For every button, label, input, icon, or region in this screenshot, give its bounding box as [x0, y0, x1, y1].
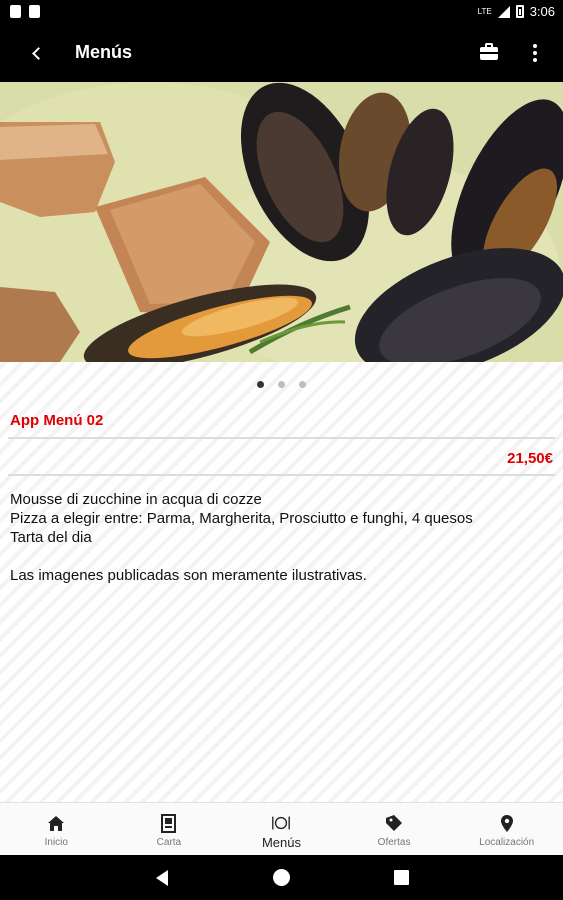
- divider: [8, 474, 555, 476]
- screen: LTE 3:06 Menús App Menú 02 21,50€ Mousse…: [0, 0, 563, 900]
- nav-label: Localización: [479, 837, 535, 848]
- bottom-navigation: Inicio Carta Menús Ofertas Localización: [0, 802, 563, 855]
- status-time: 3:06: [529, 4, 555, 19]
- system-recents-icon[interactable]: [394, 870, 409, 885]
- carousel-dot[interactable]: [278, 381, 285, 388]
- status-bar: LTE 3:06: [0, 0, 563, 24]
- system-back-icon[interactable]: [156, 870, 168, 886]
- back-button[interactable]: [22, 39, 50, 67]
- hero-image-carousel[interactable]: [0, 82, 563, 362]
- divider: [8, 437, 555, 439]
- nav-label: Menús: [261, 835, 301, 850]
- image-disclaimer: Las imagenes publicadas son meramente il…: [10, 567, 367, 584]
- menu-detail: App Menú 02 21,50€ Mousse di zucchine in…: [0, 82, 563, 802]
- app-bar: Menús: [0, 24, 563, 82]
- nav-label: Ofertas: [377, 837, 411, 848]
- system-navigation-bar: [0, 855, 563, 900]
- plate-cutlery-icon: [271, 813, 291, 833]
- page-title: Menús: [75, 42, 133, 62]
- battery-icon: [515, 5, 524, 18]
- menu-card-icon: [159, 813, 179, 833]
- signal-icon: [497, 5, 510, 18]
- menu-title: App Menú 02: [10, 412, 104, 429]
- more-vert-button[interactable]: [526, 42, 544, 64]
- carousel-dot[interactable]: [299, 381, 306, 388]
- nav-item-carta[interactable]: Carta: [113, 803, 226, 855]
- nav-item-menus[interactable]: Menús: [225, 803, 338, 855]
- location-pin-icon: [497, 813, 517, 833]
- nav-item-ofertas[interactable]: Ofertas: [338, 803, 451, 855]
- home-icon: [46, 813, 66, 833]
- notification-sd-card-icon: [29, 5, 40, 18]
- menu-price: 21,50€: [507, 450, 553, 467]
- carousel-dot[interactable]: [257, 381, 264, 388]
- mussels-soup-photo: [0, 82, 563, 362]
- system-home-icon[interactable]: [273, 869, 290, 886]
- nav-label: Carta: [156, 837, 182, 848]
- arrow-back-icon: [31, 46, 45, 60]
- nav-label: Inicio: [44, 837, 68, 848]
- carousel-indicator: [0, 381, 563, 388]
- network-label: LTE: [477, 6, 492, 16]
- menu-description: Mousse di zucchine in acqua di cozze Piz…: [10, 491, 473, 546]
- tag-icon: [384, 813, 404, 833]
- briefcase-button[interactable]: [478, 40, 502, 64]
- nav-item-inicio[interactable]: Inicio: [0, 803, 113, 855]
- nav-item-localizacion[interactable]: Localización: [450, 803, 563, 855]
- notification-photo-icon: [10, 5, 21, 18]
